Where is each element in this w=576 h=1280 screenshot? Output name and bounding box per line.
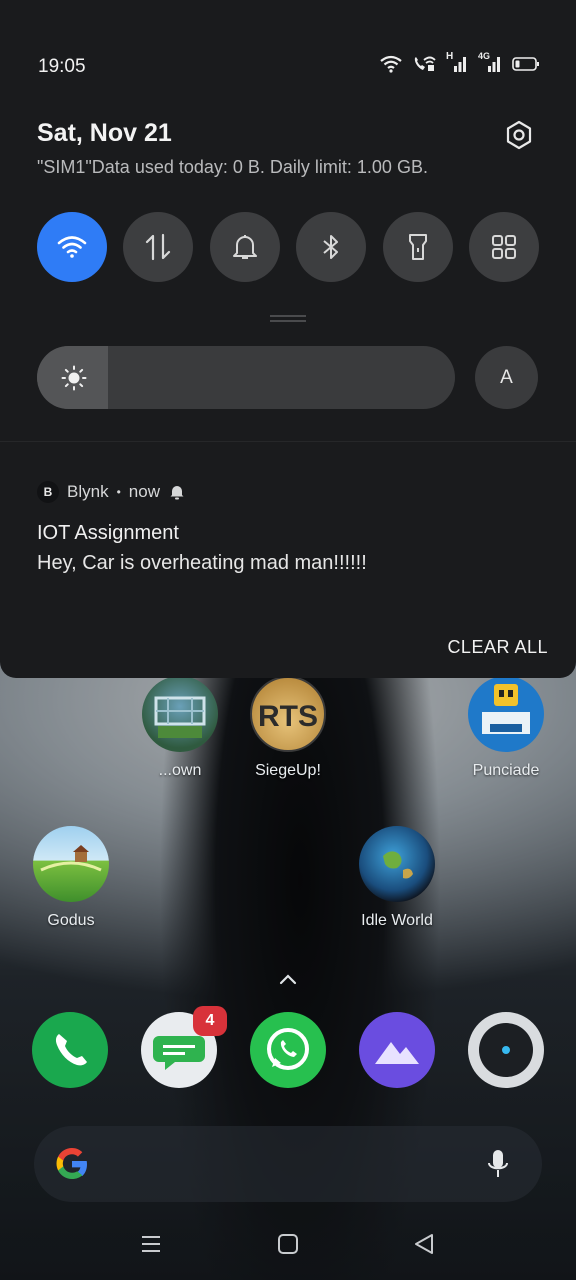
google-search-bar[interactable] [34, 1126, 542, 1202]
app-townsmen[interactable]: ...own [130, 676, 230, 780]
data-arrows-icon [145, 233, 171, 261]
wifi-calling-icon [414, 56, 436, 71]
shade-date: Sat, Nov 21 [37, 119, 172, 147]
globe-icon [359, 826, 435, 902]
wifi-icon [380, 55, 402, 73]
whatsapp-dock-button[interactable] [250, 1012, 326, 1088]
messages-dock-button[interactable]: 4 [141, 1006, 227, 1088]
camera-icon [479, 1023, 533, 1077]
quick-tile-flashlight[interactable] [383, 212, 453, 282]
quick-tile-mobile-data[interactable] [123, 212, 193, 282]
auto-brightness-button[interactable]: A [475, 346, 538, 409]
wifi-icon [57, 236, 87, 258]
signal-4g-icon: 4G [478, 51, 502, 74]
unread-badge: 4 [193, 1006, 227, 1036]
quick-tile-bluetooth[interactable] [296, 212, 366, 282]
battery-icon [512, 57, 539, 71]
settings-button[interactable] [500, 116, 538, 154]
shade-handle[interactable] [270, 320, 306, 322]
notification-app-name: Blynk [67, 482, 109, 501]
whatsapp-icon [267, 1028, 309, 1070]
divider [0, 441, 576, 442]
siegeup-icon: RTS [250, 676, 326, 752]
app-label: SiegeUp! [255, 762, 321, 779]
clear-all-button[interactable]: CLEAR ALL [447, 637, 548, 658]
blynk-app-icon: B [37, 481, 59, 503]
shade-handle[interactable] [270, 315, 306, 317]
back-icon[interactable] [406, 1226, 442, 1262]
notification-shade: 19:05 H 4G Sat, Nov 21 "SIM1"Data used t… [0, 0, 576, 678]
brightness-slider[interactable] [37, 346, 455, 409]
camera-dock-button[interactable] [468, 1012, 544, 1088]
app-label: Godus [47, 912, 95, 929]
data-usage-text: "SIM1"Data used today: 0 B. Daily limit:… [37, 157, 428, 177]
app-siegeup[interactable]: RTS SiegeUp! [238, 676, 338, 780]
robot-game-icon [468, 676, 544, 752]
app-label: Idle World [361, 912, 433, 929]
notification-time: now [128, 482, 160, 501]
flashlight-icon [409, 234, 427, 260]
menu-icon[interactable] [133, 1226, 169, 1262]
status-time: 19:05 [38, 56, 86, 77]
godus-icon [33, 826, 109, 902]
notification-body[interactable]: Hey, Car is overheating mad man!!!!!! [37, 552, 367, 575]
app-label: ...own [158, 762, 202, 779]
signal-h-icon: H [446, 51, 468, 74]
siegeup-icon-text: RTS [258, 700, 318, 733]
bell-icon [233, 235, 257, 259]
quick-tile-sound[interactable] [210, 212, 280, 282]
navigation-bar [0, 1208, 576, 1280]
app-label: Punciade [472, 762, 540, 779]
home-icon[interactable] [270, 1226, 306, 1262]
bluetooth-icon [323, 235, 338, 259]
notification-title[interactable]: IOT Assignment [37, 522, 179, 545]
google-logo-icon [56, 1148, 87, 1179]
phone-dock-button[interactable] [32, 1012, 108, 1088]
mountain-icon [375, 1042, 419, 1064]
gallery-dock-button[interactable] [359, 1012, 435, 1088]
app-drawer-chevron-icon[interactable] [278, 972, 298, 986]
app-godus[interactable]: Godus [21, 826, 121, 930]
quick-tile-edit[interactable] [469, 212, 539, 282]
phone-icon [55, 1034, 87, 1066]
notification-separator: • [116, 485, 121, 499]
townsmen-icon [142, 676, 218, 752]
status-icons: H 4G [380, 51, 540, 74]
app-punciade[interactable]: Punciade [456, 676, 556, 780]
gear-icon [506, 120, 532, 150]
microphone-icon[interactable] [486, 1148, 510, 1180]
notification-header[interactable]: B Blynk • now [37, 481, 184, 503]
grid-icon [492, 235, 516, 259]
quick-tile-wifi[interactable] [37, 212, 107, 282]
sun-icon [61, 365, 87, 391]
app-idle-world[interactable]: Idle World [347, 826, 447, 930]
bell-icon [170, 486, 184, 500]
